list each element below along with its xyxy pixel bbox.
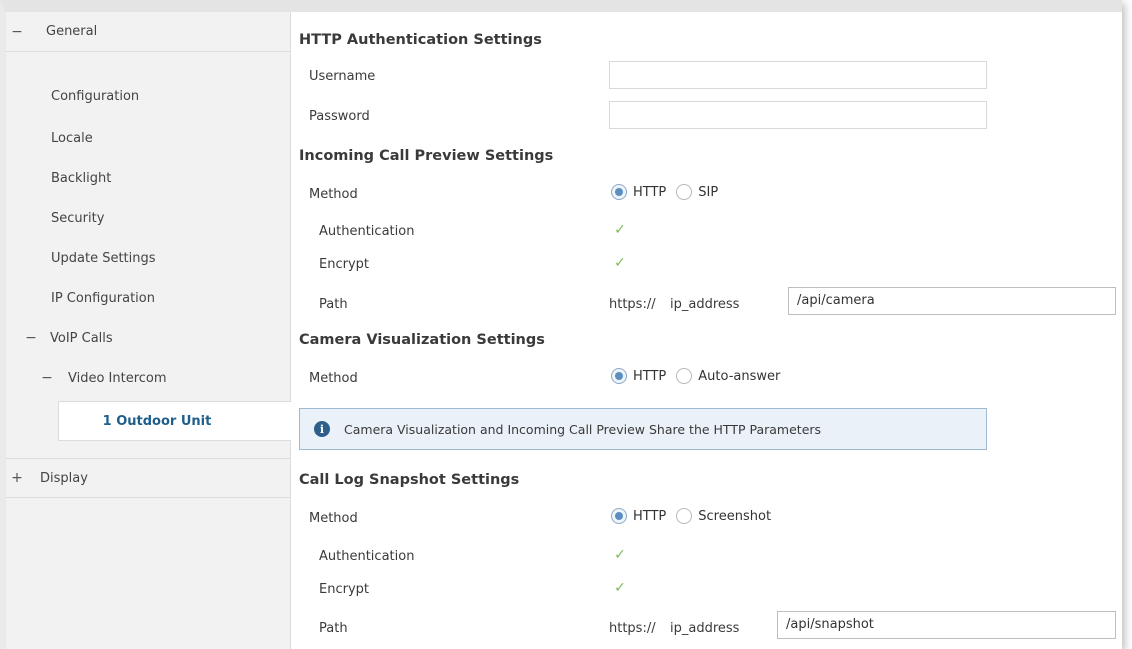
incoming-method-radio-group: HTTP SIP	[611, 184, 728, 200]
radio-http[interactable]	[611, 508, 627, 524]
collapse-icon[interactable]: −	[8, 24, 26, 40]
sidebar-item-label: IP Configuration	[51, 290, 155, 306]
path-host: ip_address	[670, 621, 740, 636]
sidebar-item-label: Update Settings	[51, 250, 156, 266]
sidebar-item-label: Backlight	[51, 170, 112, 186]
calllog-method-radio-group: HTTP Screenshot	[611, 508, 781, 524]
sidebar-item-label: 1 Outdoor Unit	[102, 413, 212, 429]
sidebar-item-label: Locale	[51, 130, 93, 146]
radio-http[interactable]	[611, 184, 627, 200]
path-field[interactable]: /api/camera	[788, 287, 1116, 315]
sidebar-item-security[interactable]: Security	[6, 198, 290, 238]
radio-http-label: HTTP	[633, 368, 667, 384]
sidebar-item-label: VoIP Calls	[50, 330, 113, 346]
sidebar-item-locale[interactable]: Locale	[6, 118, 290, 158]
sidebar-item-label: Display	[40, 470, 88, 486]
radio-selected-dot	[615, 372, 623, 380]
sidebar-item-backlight[interactable]: Backlight	[6, 158, 290, 198]
sidebar-item-video-intercom[interactable]: − Video Intercom	[6, 358, 290, 398]
checkmark-icon: ✓	[614, 547, 626, 563]
checkmark-icon: ✓	[614, 255, 626, 271]
sidebar-item-label: Configuration	[51, 88, 140, 104]
path-label: Path	[319, 621, 348, 636]
password-field[interactable]	[609, 101, 987, 129]
sidebar-item-label: Security	[51, 210, 105, 226]
sidebar-item-voip-calls[interactable]: − VoIP Calls	[6, 318, 290, 358]
sidebar-item-update-settings[interactable]: Update Settings	[6, 238, 290, 278]
settings-panel: HTTP Authentication Settings Username Pa…	[291, 12, 1122, 649]
info-banner: i Camera Visualization and Incoming Call…	[299, 408, 987, 450]
collapse-icon[interactable]: −	[22, 330, 40, 346]
expand-icon[interactable]: +	[8, 470, 26, 486]
radio-sip-label: SIP	[698, 184, 719, 200]
sidebar-item-ip-configuration[interactable]: IP Configuration	[6, 278, 290, 318]
password-label: Password	[309, 109, 370, 124]
info-icon: i	[314, 421, 330, 437]
section-title-http-auth: HTTP Authentication Settings	[299, 32, 542, 48]
sidebar-item-label: General	[46, 24, 98, 39]
encrypt-checkbox[interactable]: ✓	[611, 254, 629, 272]
camera-method-radio-group: HTTP Auto-answer	[611, 368, 790, 384]
section-title-call-log: Call Log Snapshot Settings	[299, 472, 520, 488]
radio-http[interactable]	[611, 368, 627, 384]
sidebar-item-label: Video Intercom	[68, 370, 167, 386]
method-label: Method	[309, 511, 358, 526]
authentication-label: Authentication	[319, 549, 415, 564]
path-label: Path	[319, 297, 348, 312]
username-label: Username	[309, 69, 376, 84]
authentication-label: Authentication	[319, 224, 415, 239]
section-title-incoming-call: Incoming Call Preview Settings	[299, 148, 554, 164]
radio-auto-answer[interactable]	[676, 368, 693, 384]
info-text: Camera Visualization and Incoming Call P…	[344, 421, 822, 437]
checkmark-icon: ✓	[614, 222, 626, 238]
path-field[interactable]: /api/snapshot	[777, 611, 1116, 639]
radio-screenshot[interactable]	[676, 508, 693, 524]
username-field[interactable]	[609, 61, 987, 89]
encrypt-label: Encrypt	[319, 257, 369, 272]
encrypt-checkbox[interactable]: ✓	[611, 579, 629, 597]
radio-http-label: HTTP	[633, 508, 667, 524]
section-title-camera-vis: Camera Visualization Settings	[299, 332, 545, 348]
sidebar-item-general[interactable]: − General	[6, 12, 290, 52]
radio-selected-dot	[615, 188, 623, 196]
radio-sip[interactable]	[676, 184, 693, 200]
sidebar: − General Configuration Locale Backlight…	[6, 12, 291, 649]
radio-selected-dot	[615, 512, 623, 520]
radio-auto-answer-label: Auto-answer	[698, 368, 781, 384]
encrypt-label: Encrypt	[319, 582, 369, 597]
sidebar-item-configuration[interactable]: Configuration	[6, 76, 290, 116]
authentication-checkbox[interactable]: ✓	[611, 221, 629, 239]
radio-http-label: HTTP	[633, 184, 667, 200]
sidebar-item-outdoor-unit[interactable]: 1 Outdoor Unit	[58, 401, 291, 441]
path-host: ip_address	[670, 297, 740, 312]
path-prefix: https://	[609, 621, 656, 636]
collapse-icon[interactable]: −	[38, 370, 56, 386]
method-label: Method	[309, 371, 358, 386]
checkmark-icon: ✓	[614, 580, 626, 596]
sidebar-item-display[interactable]: + Display	[6, 458, 290, 498]
radio-screenshot-label: Screenshot	[698, 508, 772, 524]
method-label: Method	[309, 187, 358, 202]
authentication-checkbox[interactable]: ✓	[611, 546, 629, 564]
path-prefix: https://	[609, 297, 656, 312]
